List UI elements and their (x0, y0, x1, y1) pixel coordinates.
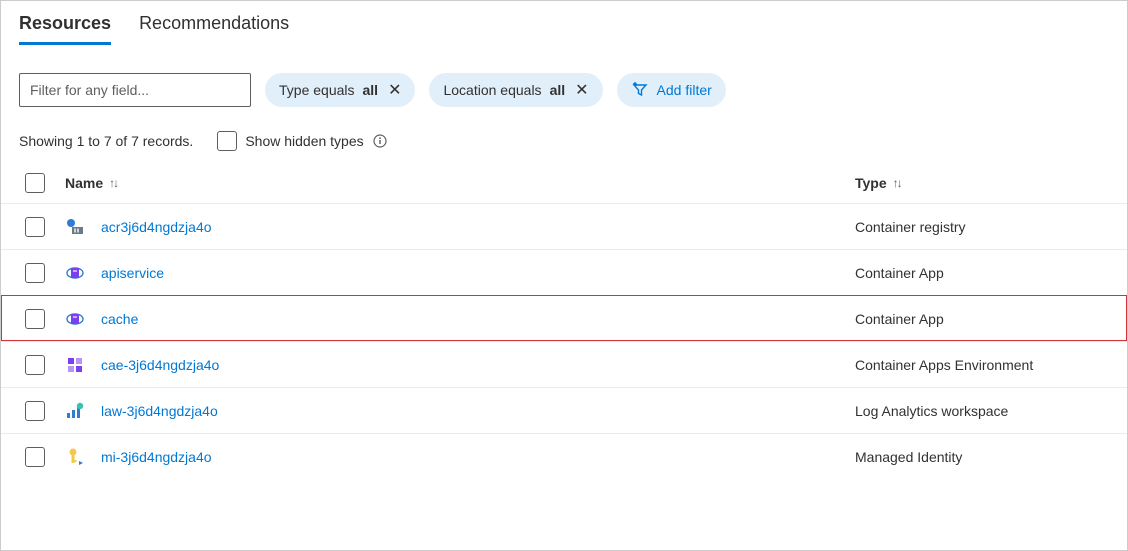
column-header-name[interactable]: Name ↑↓ (65, 175, 855, 191)
filter-pill-type[interactable]: Type equals all ✕ (265, 73, 415, 107)
resource-type: Managed Identity (855, 449, 962, 465)
row-checkbox[interactable] (25, 217, 45, 237)
sort-icon: ↑↓ (893, 176, 901, 190)
resource-table: Name ↑↓ Type ↑↓ acr3j6d4ngdzja4o Containe… (1, 165, 1127, 479)
resource-type: Container App (855, 265, 944, 281)
resource-icon (65, 309, 85, 329)
column-header-type-label: Type (855, 175, 887, 191)
info-icon[interactable] (372, 133, 388, 149)
table-row: cae-3j6d4ngdzja4o Container Apps Environm… (1, 341, 1127, 387)
row-checkbox[interactable] (25, 263, 45, 283)
resource-icon (65, 355, 85, 375)
resource-type: Container Apps Environment (855, 357, 1033, 373)
resource-link[interactable]: cae-3j6d4ngdzja4o (101, 357, 219, 373)
filter-pill-location-prefix: Location equals (443, 82, 541, 98)
status-row: Showing 1 to 7 of 7 records. Show hidden… (1, 117, 1127, 165)
select-all-checkbox[interactable] (25, 173, 45, 193)
add-filter-label: Add filter (657, 82, 712, 98)
table-row: law-3j6d4ngdzja4o Log Analytics workspace (1, 387, 1127, 433)
row-checkbox[interactable] (25, 401, 45, 421)
table-header: Name ↑↓ Type ↑↓ (1, 165, 1127, 203)
resource-type: Container registry (855, 219, 966, 235)
resource-icon (65, 217, 85, 237)
close-icon[interactable]: ✕ (386, 80, 401, 100)
row-checkbox[interactable] (25, 447, 45, 467)
row-checkbox[interactable] (25, 355, 45, 375)
resource-icon (65, 401, 85, 421)
filter-pill-location-value: all (550, 82, 566, 98)
show-hidden-checkbox[interactable] (217, 131, 237, 151)
add-filter-button[interactable]: Add filter (617, 73, 726, 107)
filter-pill-location[interactable]: Location equals all ✕ (429, 73, 602, 107)
resource-link[interactable]: law-3j6d4ngdzja4o (101, 403, 218, 419)
resource-icon (65, 263, 85, 283)
show-hidden-label: Show hidden types (245, 133, 363, 149)
filter-pill-type-value: all (363, 82, 379, 98)
resource-icon (65, 447, 85, 467)
resource-type: Container App (855, 311, 944, 327)
row-checkbox[interactable] (25, 309, 45, 329)
column-header-type[interactable]: Type ↑↓ (855, 175, 1109, 191)
table-row: mi-3j6d4ngdzja4o Managed Identity (1, 433, 1127, 479)
sort-icon: ↑↓ (109, 176, 117, 190)
tabs-bar: Resources Recommendations (1, 1, 1127, 45)
resource-link[interactable]: mi-3j6d4ngdzja4o (101, 449, 212, 465)
filter-bar: Type equals all ✕ Location equals all ✕ … (1, 45, 1127, 117)
table-row: acr3j6d4ngdzja4o Container registry (1, 203, 1127, 249)
tab-resources[interactable]: Resources (19, 7, 111, 44)
table-row: cache Container App (1, 295, 1127, 341)
filter-input[interactable] (19, 73, 251, 107)
resource-link[interactable]: acr3j6d4ngdzja4o (101, 219, 212, 235)
resource-link[interactable]: apiservice (101, 265, 164, 281)
close-icon[interactable]: ✕ (573, 80, 588, 100)
column-header-name-label: Name (65, 175, 103, 191)
filter-pill-type-prefix: Type equals (279, 82, 355, 98)
table-row: apiservice Container App (1, 249, 1127, 295)
resource-link[interactable]: cache (101, 311, 138, 327)
record-count: Showing 1 to 7 of 7 records. (19, 133, 193, 149)
tab-recommendations[interactable]: Recommendations (139, 7, 289, 44)
resource-type: Log Analytics workspace (855, 403, 1008, 419)
add-filter-icon (631, 81, 649, 99)
